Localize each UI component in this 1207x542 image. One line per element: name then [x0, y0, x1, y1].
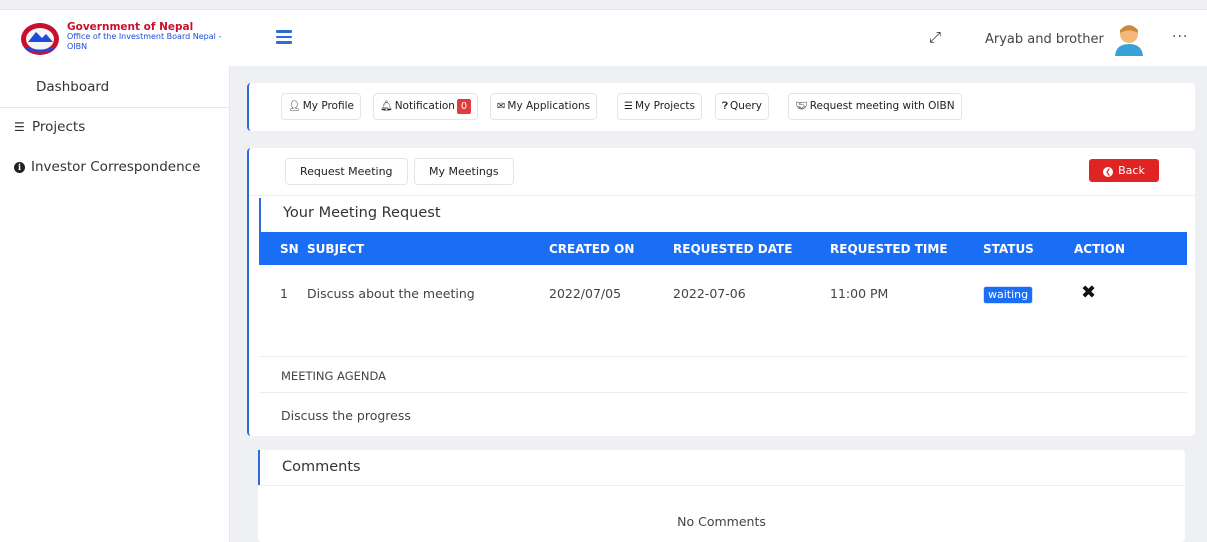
- tab-my-projects[interactable]: ☰ My Projects: [617, 93, 702, 120]
- agenda-text: Discuss the progress: [281, 408, 411, 423]
- column-header: SN: [280, 241, 299, 256]
- sidebar: Dashboard ☰ Projects i Investor Correspond…: [0, 66, 230, 542]
- comments-title: Comments: [258, 450, 361, 486]
- tab-my-meetings[interactable]: My Meetings: [414, 158, 514, 185]
- tab-label: Notification: [394, 100, 455, 112]
- column-header: STATUS: [983, 241, 1034, 256]
- envelope-icon: ✉: [497, 101, 506, 112]
- cell-subject: Discuss about the meeting: [307, 286, 475, 301]
- table-row: 1 Discuss about the meeting 2022/07/05 2…: [259, 265, 1187, 320]
- chevron-left-icon: ❮: [1103, 167, 1114, 177]
- column-header: REQUESTED TIME: [830, 241, 948, 256]
- tab-my-applications[interactable]: ✉ My Applications: [490, 93, 598, 120]
- org-line-1: Government of Nepal: [67, 21, 194, 33]
- sidebar-item-label: Investor Correspondence: [31, 159, 201, 175]
- tab-query[interactable]: ❓︎ Query: [715, 93, 769, 120]
- cell-requested-date: 2022-07-06: [673, 286, 746, 301]
- tab-label: My Projects: [634, 100, 695, 112]
- user-name[interactable]: Aryab and brother: [985, 32, 1104, 47]
- list-icon: ☰: [624, 101, 633, 112]
- column-header: CREATED ON: [549, 241, 635, 256]
- section-title: Your Meeting Request: [259, 198, 441, 232]
- meeting-request-table: SN SUBJECT CREATED ON REQUESTED DATE REQ…: [259, 232, 1187, 320]
- menu-toggle-icon[interactable]: [276, 30, 292, 44]
- cell-action: ✖: [1074, 265, 1187, 320]
- agenda-divider: [259, 392, 1187, 393]
- profile-tab-bar: 👤︎ My Profile 🔔︎ Notification 0 ✉ My Applica…: [247, 83, 1195, 131]
- info-icon: i: [14, 162, 25, 173]
- meeting-panel: Request Meeting My Meetings ❮ Back Your M…: [247, 148, 1195, 436]
- more-options-icon[interactable]: ···: [1172, 29, 1188, 45]
- cancel-request-icon[interactable]: ✖: [1081, 282, 1096, 303]
- sidebar-divider: [0, 107, 230, 108]
- organization-name: Government of Nepal Office of the Invest…: [67, 22, 221, 52]
- top-header: Government of Nepal Office of the Invest…: [0, 9, 1207, 66]
- notification-count-badge: 0: [456, 99, 471, 114]
- column-header: ACTION: [1074, 241, 1125, 256]
- cell-requested-time: 11:00 PM: [830, 286, 889, 301]
- nepal-emblem-logo[interactable]: [20, 22, 60, 56]
- column-header: SUBJECT: [307, 241, 365, 256]
- sidebar-item-label: Dashboard: [36, 79, 110, 95]
- bell-icon: 🔔︎: [380, 101, 393, 112]
- handshake-icon: 🤝︎: [795, 101, 808, 112]
- table-header-row: SN SUBJECT CREATED ON REQUESTED DATE REQ…: [259, 232, 1187, 265]
- back-label: Back: [1118, 164, 1145, 177]
- column-header: REQUESTED DATE: [673, 241, 793, 256]
- org-line-2: Office of the Investment Board Nepal -: [67, 32, 222, 41]
- fullscreen-icon[interactable]: ⤢: [929, 28, 941, 46]
- comments-divider: [258, 485, 1185, 486]
- tab-label: Query: [730, 100, 762, 112]
- avatar[interactable]: [1113, 22, 1145, 56]
- sidebar-item-label: Projects: [32, 119, 86, 135]
- tab-my-profile[interactable]: 👤︎ My Profile: [281, 93, 361, 120]
- agenda-divider: [259, 356, 1187, 357]
- cell-created-on: 2022/07/05: [549, 286, 622, 301]
- tab-label: Request meeting with OIBN: [809, 100, 955, 112]
- sidebar-item-investor-correspondence[interactable]: i Investor Correspondence: [0, 159, 230, 175]
- org-line-3: OIBN: [67, 42, 88, 51]
- cell-status: waiting: [983, 265, 1074, 320]
- status-badge: waiting: [983, 286, 1034, 304]
- question-circle-icon: ❓︎: [722, 101, 729, 112]
- tab-label: My Applications: [507, 100, 591, 112]
- comments-panel: Comments No Comments: [258, 450, 1185, 542]
- tab-request-meeting-with-oibn[interactable]: 🤝︎ Request meeting with OIBN: [788, 93, 962, 120]
- tab-label: My Profile: [302, 100, 354, 112]
- tab-notification[interactable]: 🔔︎ Notification 0: [373, 93, 478, 120]
- user-icon: 👤︎: [288, 101, 301, 112]
- list-icon: ☰: [14, 120, 25, 134]
- back-button[interactable]: ❮ Back: [1089, 159, 1159, 182]
- agenda-label: MEETING AGENDA: [281, 369, 387, 383]
- empty-comments-message: No Comments: [677, 514, 766, 529]
- panel-divider: [249, 195, 1195, 196]
- cell-sn: 1: [280, 286, 288, 301]
- sidebar-item-projects[interactable]: ☰ Projects: [0, 119, 230, 135]
- tab-request-meeting[interactable]: Request Meeting: [285, 158, 408, 185]
- sidebar-item-dashboard[interactable]: Dashboard: [0, 79, 230, 95]
